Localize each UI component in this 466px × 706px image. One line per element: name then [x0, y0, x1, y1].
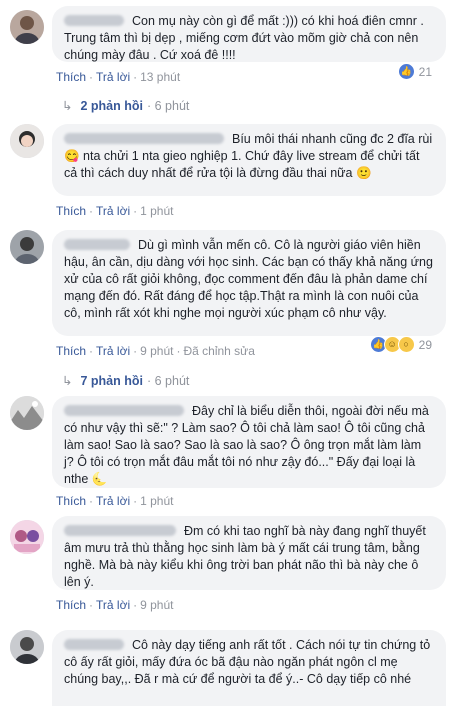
avatar[interactable] [10, 520, 44, 554]
avatar-image [10, 520, 44, 554]
like-button[interactable]: Thích [56, 494, 86, 508]
edited-label[interactable]: Đã chỉnh sửa [183, 344, 254, 358]
avatar[interactable] [10, 230, 44, 264]
view-replies-link[interactable]: ↳ 2 phản hồi · 6 phút [62, 98, 189, 113]
reaction-count: 29 [418, 337, 432, 352]
author-name[interactable] [64, 133, 224, 144]
view-replies-link[interactable]: ↳ 7 phản hồi · 6 phút [62, 373, 189, 388]
reply-button[interactable]: Trả lời [96, 70, 130, 84]
reply-button[interactable]: Trả lời [96, 598, 130, 612]
replies-count: 2 phản hồi [80, 99, 143, 113]
replies-time: 6 phút [154, 374, 190, 388]
author-name[interactable] [64, 239, 130, 250]
comment-bubble: Bíu môi thái nhanh cũng đc 2 đĩa rùi 😋 n… [52, 124, 446, 196]
avatar-image [10, 124, 44, 158]
comment-bubble: Dù gì mình vẫn mến cô. Cô là người giáo … [52, 230, 446, 336]
reply-button[interactable]: Trả lời [96, 344, 130, 358]
reply-arrow-icon: ↳ [62, 374, 73, 388]
timestamp[interactable]: 9 phút [140, 344, 173, 358]
reaction-count: 21 [418, 64, 432, 79]
reaction-summary[interactable]: 👍 21 [397, 63, 432, 80]
reply-arrow-icon: ↳ [62, 99, 73, 113]
avatar-image [10, 630, 44, 664]
like-button[interactable]: Thích [56, 70, 86, 84]
avatar-image [10, 396, 44, 430]
avatar-image [10, 10, 44, 44]
like-icon: 👍 [397, 63, 415, 80]
comment-text: Đây chỉ là biểu diễn thôi, ngoài đời nếu… [64, 404, 429, 486]
avatar-image [10, 230, 44, 264]
comment-bubble: Con mụ này còn gì để mất :))) có khi hoá… [52, 6, 446, 62]
replies-time: 6 phút [154, 99, 190, 113]
avatar[interactable] [10, 124, 44, 158]
like-button[interactable]: Thích [56, 598, 86, 612]
reaction-summary[interactable]: 👍 ☺ ○ 29 [369, 336, 432, 353]
author-name[interactable] [64, 639, 124, 650]
replies-count: 7 phản hồi [80, 374, 143, 388]
comment-actions: Thích · Trả lời · 1 phút [56, 494, 174, 508]
comment-actions: Thích · Trả lời · 1 phút [56, 204, 174, 218]
like-button[interactable]: Thích [56, 344, 86, 358]
timestamp[interactable]: 1 phút [140, 204, 173, 218]
timestamp[interactable]: 13 phút [140, 70, 180, 84]
like-button[interactable]: Thích [56, 204, 86, 218]
reply-button[interactable]: Trả lời [96, 494, 130, 508]
comment-actions: Thích · Trả lời · 9 phút · Đã chỉnh sửa [56, 344, 255, 358]
timestamp[interactable]: 9 phút [140, 598, 173, 612]
comment-bubble: Đm có khi tao nghĩ bà này đang nghĩ thuy… [52, 516, 446, 590]
comment-bubble: Đây chỉ là biểu diễn thôi, ngoài đời nếu… [52, 396, 446, 488]
avatar[interactable] [10, 630, 44, 664]
author-name[interactable] [64, 405, 184, 416]
comment-text: Dù gì mình vẫn mến cô. Cô là người giáo … [64, 238, 433, 320]
wow-icon: ○ [397, 336, 415, 353]
author-name[interactable] [64, 525, 176, 536]
author-name[interactable] [64, 15, 124, 26]
avatar[interactable] [10, 10, 44, 44]
comment-bubble: Cô này dạy tiếng anh rất tốt . Cách nói … [52, 630, 446, 706]
avatar[interactable] [10, 396, 44, 430]
comment-actions: Thích · Trả lời · 9 phút [56, 598, 174, 612]
reply-button[interactable]: Trả lời [96, 204, 130, 218]
timestamp[interactable]: 1 phút [140, 494, 173, 508]
comment-actions: Thích · Trả lời · 13 phút [56, 70, 181, 84]
